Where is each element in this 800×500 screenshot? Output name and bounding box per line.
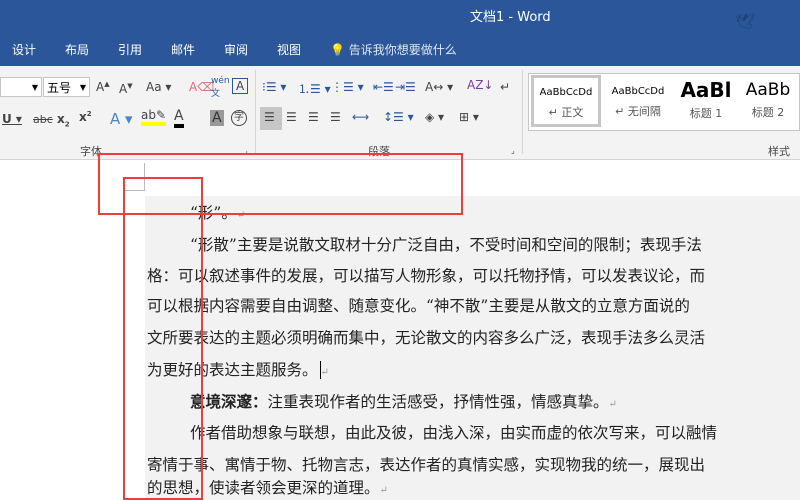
style-heading-1[interactable]: AaBl 标题 1 (675, 74, 737, 130)
align-left-icon[interactable]: ☰ (264, 110, 275, 124)
text-line: 文所要表达的主题必须明确而集中，无论散文的内容多么广泛，表现手法多么灵活 (147, 329, 706, 347)
text-effects-icon[interactable]: A ▾ (110, 110, 133, 128)
group-divider (255, 70, 256, 154)
multilevel-list-icon[interactable]: ⋮☰ ▾ (331, 80, 364, 94)
window-title: 文档1 - Word (470, 10, 551, 25)
tab-design[interactable]: 设计 (12, 41, 36, 58)
text-line: 意境深邃：注重表现作者的生活感受，抒情性强，情感真挚。↵ (190, 392, 617, 411)
style-no-spacing[interactable]: AaBbCcDd ↵ 无间隔 (603, 74, 673, 130)
highlight-icon[interactable]: ab✎ (141, 108, 167, 126)
text-line: “形散”主要是说散文取材十分广泛自由，不受时间和空间的限制；表现手法 (190, 236, 702, 254)
style-heading-2[interactable]: AaBb 标题 2 (739, 74, 797, 130)
styles-group-label: 样式 (768, 145, 790, 158)
align-center-icon[interactable]: ☰ (286, 110, 297, 124)
borders-icon[interactable]: ⊞ ▾ (459, 110, 479, 124)
text-line: 格：可以叙述事件的发展，可以描写人物形象，可以托物抒情，可以发表议论，而 (147, 267, 706, 285)
tab-view[interactable]: 视图 (277, 41, 301, 58)
text-line: 可以根据内容需要自由调整、随意变化。“神不散”主要是从散文的立意方面说的 (147, 297, 690, 315)
align-right-icon[interactable]: ☰ (308, 110, 319, 124)
increase-indent-icon[interactable]: ⇥☰ (395, 80, 416, 94)
text-line: 作者借助想象与联想，由此及彼，由浅入深，由实而虚的依次写来，可以融情 (190, 424, 718, 442)
shrink-font-icon[interactable]: A▼ (119, 82, 133, 96)
tab-review[interactable]: 审阅 (224, 41, 248, 58)
group-divider (522, 70, 523, 154)
font-size-combo[interactable]: 五号 ▼ (43, 77, 90, 97)
lightbulb-icon: 💡 (330, 43, 345, 57)
font-name-combo[interactable]: ▼ (0, 77, 42, 97)
character-border-icon[interactable]: A (232, 78, 249, 94)
subscript-icon[interactable]: x2 (57, 112, 70, 128)
styles-gallery: AaBbCcDd ↵ 正文 AaBbCcDd ↵ 无间隔 AaBl 标题 1 AaBb… (528, 73, 800, 131)
distributed-icon[interactable]: ⟷ (352, 110, 369, 124)
superscript-icon[interactable]: x2 (79, 110, 92, 124)
shading-icon[interactable]: ◈ ▾ (425, 110, 444, 124)
change-case-icon[interactable]: Aa ▾ (146, 80, 171, 94)
highlight-box-left-margin (123, 177, 203, 500)
numbering-icon[interactable]: ⒈☰ ▾ (298, 80, 331, 97)
ribbon: ▼ 五号 ▼ A▲ A▼ Aa ▾ A⌫ wén 文 A U ▾ abc x2 x2… (0, 66, 800, 160)
justify-icon[interactable]: ☰ (330, 110, 341, 124)
bullets-icon[interactable]: ⁝☰ ▾ (262, 80, 286, 94)
tab-references[interactable]: 引用 (118, 41, 142, 58)
paragraph-dialog-launcher-icon[interactable]: ⌟ (511, 146, 515, 155)
bird-icon: 🕊 (735, 12, 756, 31)
tell-me-search[interactable]: 💡 告诉我你想要做什么 (330, 41, 457, 58)
title-bar: 文档1 - Word 🕊 设计 布局 引用 邮件 审阅 视图 💡 告诉我你想要做… (0, 0, 800, 66)
grow-font-icon[interactable]: A▲ (96, 80, 110, 94)
tab-mailings[interactable]: 邮件 (171, 41, 195, 58)
chinese-layout-icon[interactable]: A↔ ▾ (425, 80, 453, 94)
line-spacing-icon[interactable]: ↕☰ ▾ (383, 110, 414, 124)
underline-icon[interactable]: U ▾ (2, 112, 22, 126)
tab-layout[interactable]: 布局 (65, 41, 89, 58)
show-marks-icon[interactable]: ↵ (500, 80, 510, 94)
decrease-indent-icon[interactable]: ⇤☰ (373, 80, 394, 94)
character-shading-icon[interactable]: A (210, 110, 224, 126)
phonetic-guide-icon[interactable]: wén 文 (211, 76, 230, 99)
sort-icon[interactable]: AZ↓ (467, 78, 493, 92)
style-normal[interactable]: AaBbCcDd ↵ 正文 (531, 75, 601, 127)
enclose-character-icon[interactable]: 字 (231, 110, 247, 126)
font-color-icon[interactable]: A (174, 108, 184, 128)
text-line: 寄情于事、寓情于物、托物言志，表达作者的真情实感，实现物我的统一，展现出 (147, 456, 706, 474)
strikethrough-icon[interactable]: abc (33, 113, 53, 126)
